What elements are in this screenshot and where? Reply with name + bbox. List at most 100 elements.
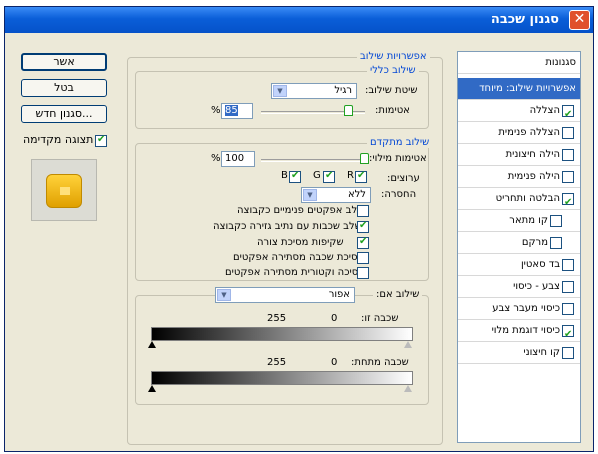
channel-g-label: G [313, 170, 321, 181]
fill-opacity-unit: % [211, 153, 221, 164]
underlying-layer-white-slider[interactable] [404, 385, 412, 392]
fill-opacity-value: 100 [225, 153, 245, 164]
channel-b-checkbox[interactable] [289, 170, 301, 183]
close-icon[interactable]: ✕ [569, 10, 590, 30]
blend-mode-label: שיטת שילוב: [365, 85, 418, 96]
opacity-unit: % [211, 105, 221, 116]
style-item-checkbox[interactable] [562, 303, 574, 315]
style-item-checkbox[interactable] [562, 281, 574, 293]
ok-button[interactable]: אשר [21, 53, 107, 71]
general-blending-title: שילוב כללי [367, 65, 419, 76]
option-transparency-shapes-checkbox[interactable] [357, 236, 369, 249]
channel-b-label: B [281, 170, 288, 181]
style-item-checkbox[interactable] [562, 171, 574, 183]
styles-header[interactable]: סגנונות [458, 52, 580, 74]
style-item-label: הצללה פנימית [498, 127, 560, 138]
style-item-checkbox[interactable] [562, 104, 574, 126]
style-item-checkbox[interactable] [562, 127, 574, 139]
opacity-field[interactable]: 85 [221, 103, 253, 119]
style-item[interactable]: כיסוי דוגמת מלוי [458, 320, 580, 346]
style-item-label: מרקם [521, 237, 548, 248]
opacity-slider-thumb[interactable] [344, 105, 354, 116]
blend-options-title: אפשרויות שילוב [357, 51, 430, 62]
blend-mode-select[interactable]: ▼ רגיל [271, 83, 357, 99]
opacity-label: אטימות: [375, 105, 410, 116]
underlying-layer-max: 255 [267, 357, 287, 368]
knockout-value: ללא [347, 189, 366, 200]
fill-opacity-slider-thumb[interactable] [360, 153, 369, 164]
opacity-value: 85 [225, 105, 238, 116]
option-layer-mask-label: מסיכת שכבה מסתירה אפקטים [233, 252, 365, 263]
underlying-layer-black-slider[interactable] [148, 385, 156, 392]
option-transparency-shapes-label: שקיפות מסיכת צורה [257, 237, 344, 248]
cancel-button[interactable]: בטל [21, 79, 107, 97]
option-blend-clipped-label: שלב שכבות עם נתיב גזירה כקבוצה [213, 221, 362, 232]
chevron-down-icon: ▼ [273, 85, 287, 97]
style-item[interactable]: הבלטה ותחריט [458, 188, 580, 214]
style-item-checkbox[interactable] [562, 324, 574, 346]
fill-opacity-field[interactable]: 100 [221, 151, 255, 167]
knockout-label: החסרה: [381, 189, 417, 200]
fill-opacity-label: אטימות מילוי: [369, 153, 427, 164]
style-item[interactable]: צבע - כיסוי [458, 276, 580, 298]
blend-if-label: שילוב אם: [373, 289, 423, 300]
knockout-select[interactable]: ▼ ללא [301, 187, 371, 203]
option-blend-interior-label: שלב אפקטים פנימיים כקבוצה [237, 205, 365, 216]
style-item-checkbox[interactable] [562, 259, 574, 271]
preview-swatch [31, 159, 97, 221]
option-vector-mask-label: מסיכה וקטורית מסתירה אפקטים [225, 267, 366, 278]
style-item-checkbox[interactable] [562, 192, 574, 214]
style-item-label: כיסוי מעבר צבע [492, 303, 560, 314]
this-layer-min: 0 [331, 313, 338, 324]
chevron-down-icon: ▼ [217, 289, 231, 301]
this-layer-white-slider[interactable] [404, 341, 412, 348]
style-item[interactable]: הילה פנימית [458, 166, 580, 188]
chevron-down-icon: ▼ [303, 189, 317, 201]
layer-style-dialog: סגנון שכבה ✕ אשר בטל סגנון חדש... תצוגה … [4, 6, 594, 452]
style-item[interactable]: קו מתאר [458, 210, 580, 232]
title-bar: סגנון שכבה ✕ [5, 7, 593, 33]
channels-label: ערוצים: [387, 173, 420, 184]
style-item-label: בד סאטין [520, 259, 560, 270]
style-item-label: קו חיצוני [523, 347, 560, 358]
blend-if-value: אפור [328, 289, 350, 300]
style-item[interactable]: אפשרויות שילוב: מיוחד [458, 78, 580, 100]
style-item-label: קו מתאר [509, 215, 548, 226]
style-item[interactable]: כיסוי מעבר צבע [458, 298, 580, 320]
style-item-checkbox[interactable] [550, 215, 562, 227]
option-blend-clipped-checkbox[interactable] [357, 220, 369, 233]
advanced-blending-title: שילוב מתקדם [367, 137, 433, 148]
option-vector-mask-checkbox[interactable] [357, 267, 369, 279]
style-item[interactable]: הצללה פנימית [458, 122, 580, 144]
style-item-checkbox[interactable] [562, 347, 574, 359]
underlying-layer-min: 0 [331, 357, 338, 368]
style-item[interactable]: בד סאטין [458, 254, 580, 276]
style-item-label: הבלטה ותחריט [495, 193, 560, 204]
blend-mode-value: רגיל [334, 85, 352, 96]
style-item[interactable]: הצללה [458, 100, 580, 126]
option-blend-interior-checkbox[interactable] [357, 205, 369, 217]
this-layer-gradient [151, 327, 413, 341]
channel-r-checkbox[interactable] [355, 170, 367, 183]
this-layer-black-slider[interactable] [148, 341, 156, 348]
style-item-label: אפשרויות שילוב: מיוחד [479, 83, 576, 94]
style-item[interactable]: הילה חיצונית [458, 144, 580, 166]
fill-opacity-slider[interactable] [261, 159, 365, 162]
blend-if-select[interactable]: ▼ אפור [215, 287, 355, 303]
style-item-label: כיסוי דוגמת מלוי [491, 325, 560, 336]
blend-if-group [135, 295, 429, 405]
underlying-layer-gradient [151, 371, 413, 385]
option-layer-mask-checkbox[interactable] [357, 252, 369, 264]
style-item-label: הילה חיצונית [505, 149, 560, 160]
style-item[interactable]: קו חיצוני [458, 342, 580, 364]
style-item-checkbox[interactable] [550, 237, 562, 249]
new-style-button[interactable]: סגנון חדש... [21, 105, 107, 123]
style-item[interactable]: מרקם [458, 232, 580, 254]
style-item-label: צבע - כיסוי [513, 281, 560, 292]
style-item-checkbox[interactable] [562, 149, 574, 161]
preview-checkbox[interactable] [95, 134, 107, 147]
styles-list: סגנונות אפשרויות שילוב: מיוחד הצללה הצללה … [457, 51, 581, 443]
general-blending-group [135, 71, 429, 129]
style-item-label: הצללה [529, 105, 560, 116]
channel-g-checkbox[interactable] [323, 170, 335, 183]
